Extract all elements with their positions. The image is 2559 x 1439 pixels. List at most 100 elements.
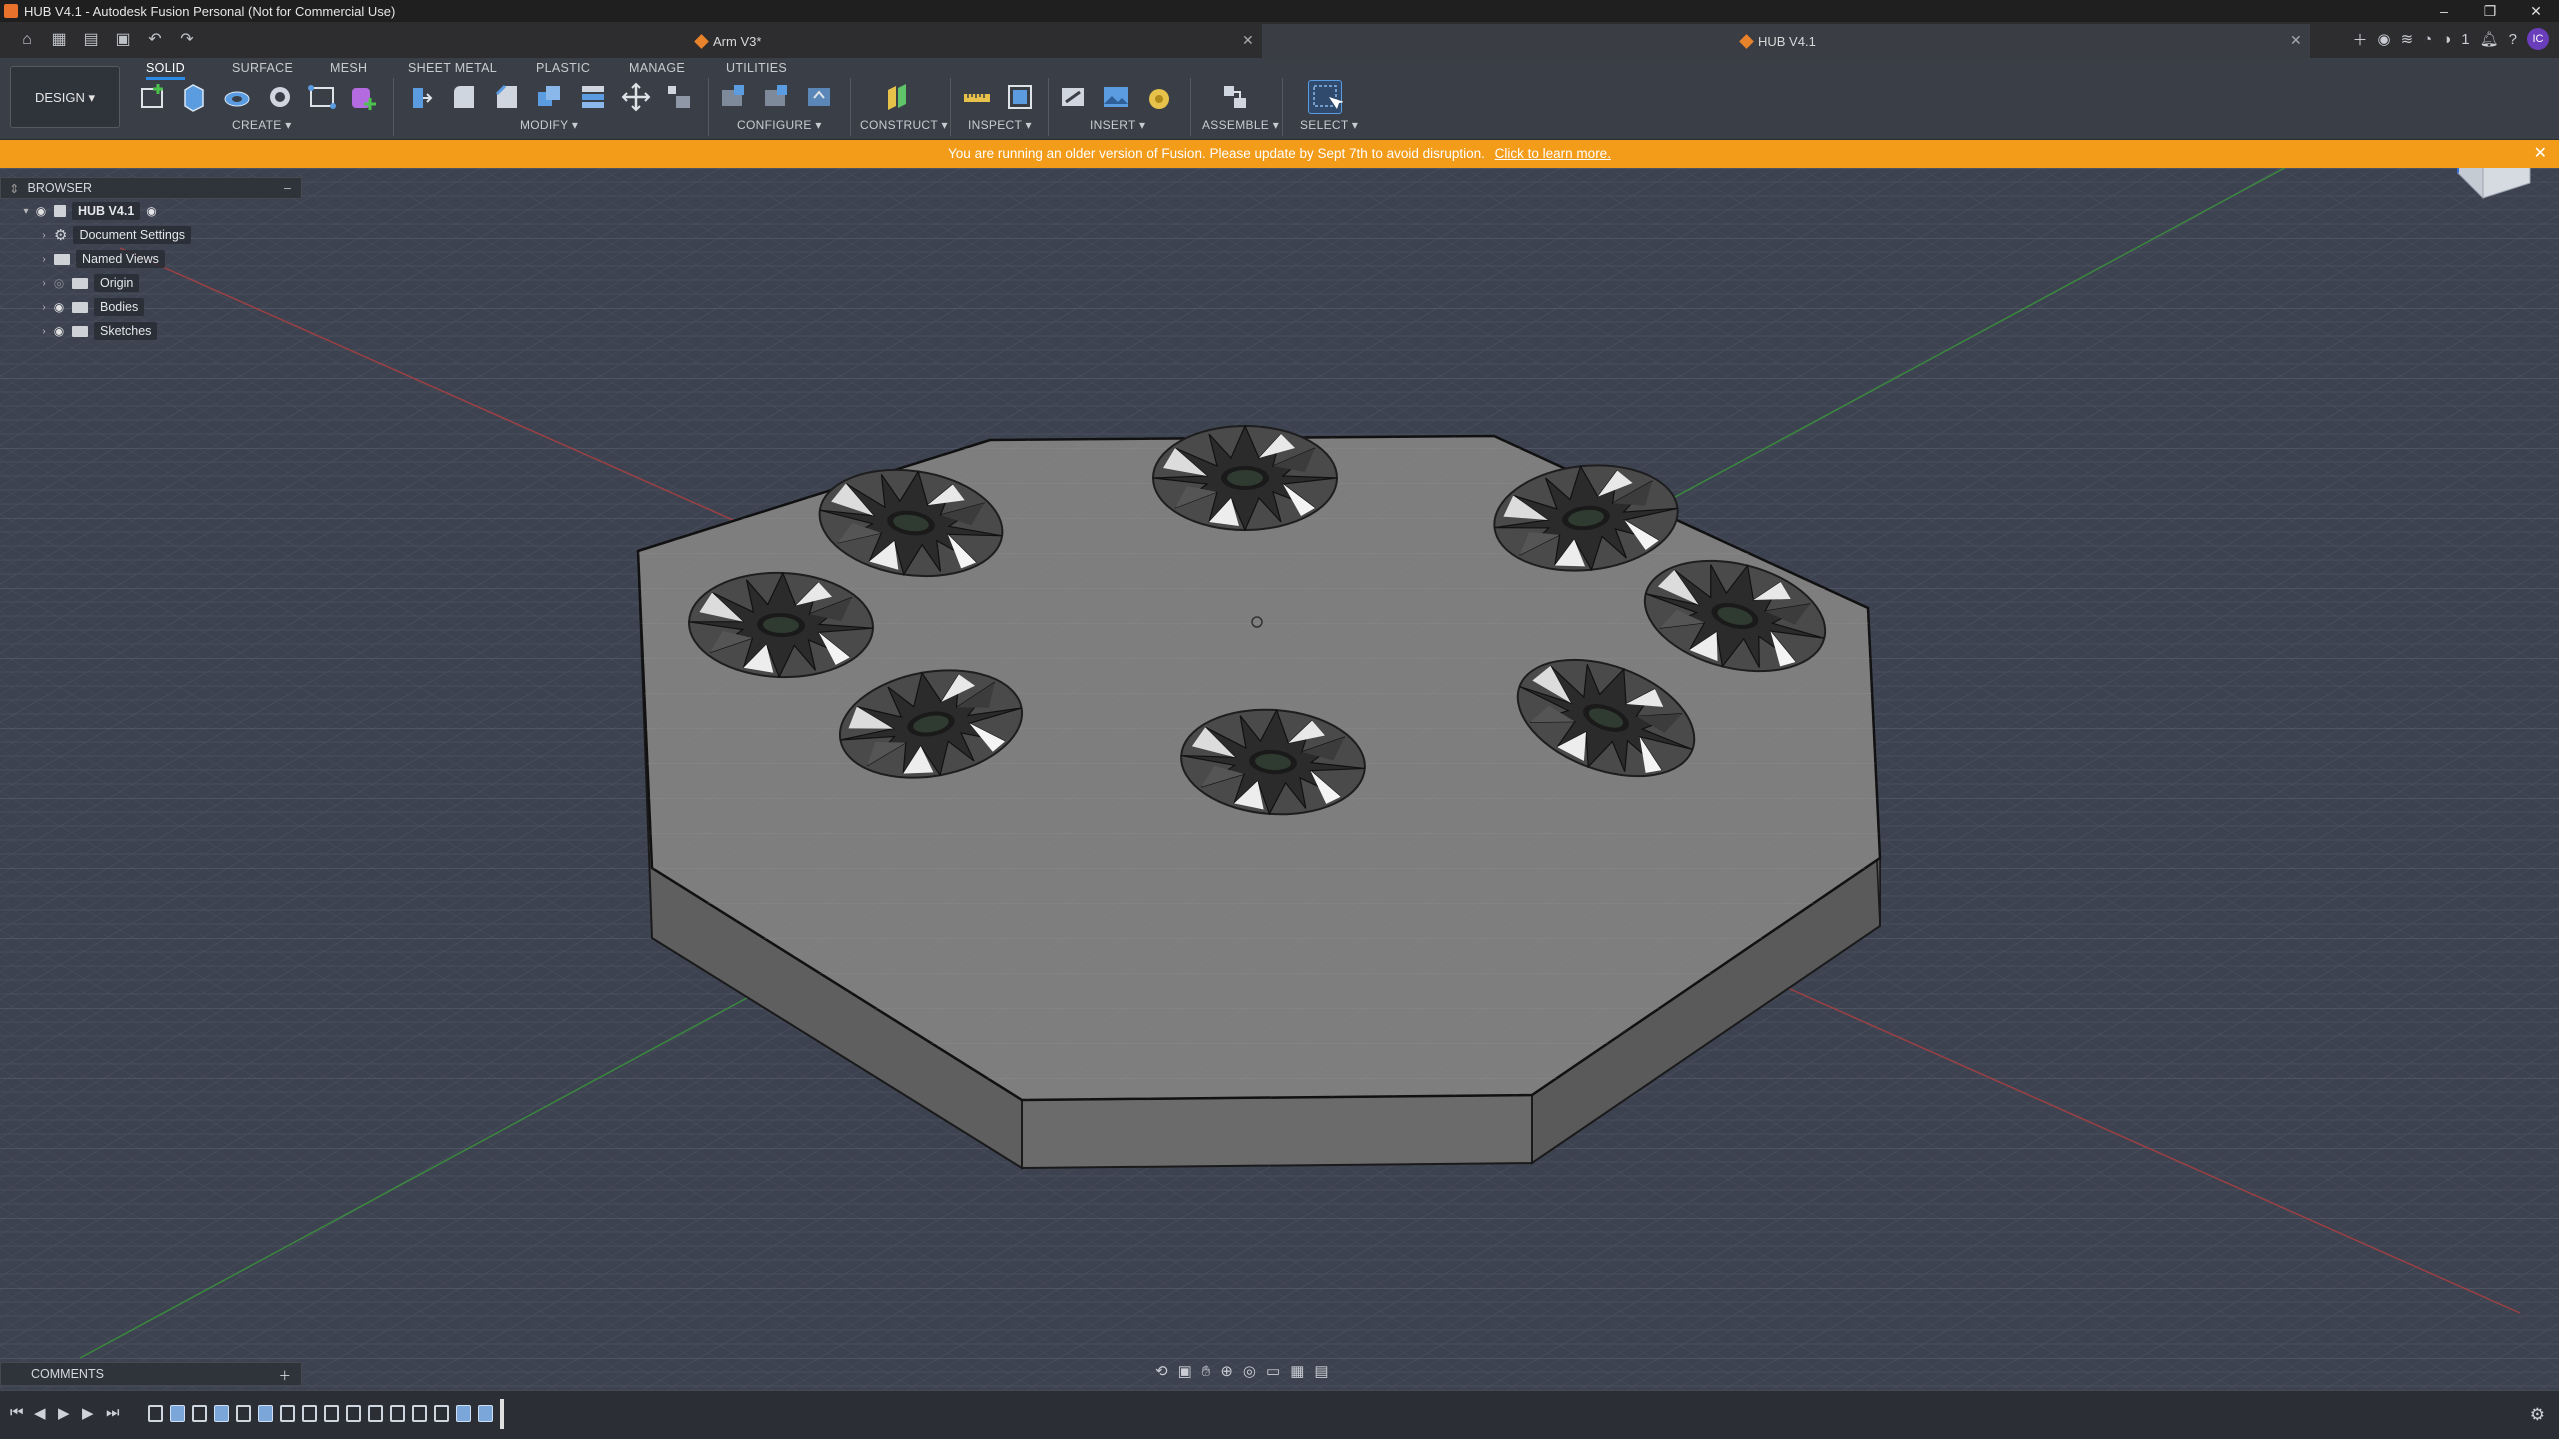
save-icon[interactable]: ▣: [110, 29, 136, 51]
help-icon[interactable]: ?: [2509, 31, 2517, 48]
configure-suppress-icon[interactable]: [802, 80, 836, 114]
assemble-menu[interactable]: ASSEMBLE ▾: [1202, 118, 1279, 132]
zoom-icon[interactable]: ⊕: [1220, 1362, 1233, 1380]
display-settings-icon[interactable]: ▭: [1266, 1362, 1280, 1380]
joint-icon[interactable]: [1218, 80, 1252, 114]
timeline-feature-sketch[interactable]: [346, 1405, 361, 1422]
next-step-icon[interactable]: ▶: [82, 1404, 94, 1422]
grid-settings-icon[interactable]: ▦: [1290, 1362, 1304, 1380]
timeline-feature-extrude[interactable]: [478, 1405, 493, 1422]
configure-rule-icon[interactable]: [759, 80, 793, 114]
data-panel-icon[interactable]: ≋: [2401, 30, 2414, 48]
timeline-feature-sketch[interactable]: [280, 1405, 295, 1422]
measure-icon[interactable]: [960, 80, 994, 114]
timeline-feature-extrude[interactable]: [170, 1405, 185, 1422]
eye-icon[interactable]: ◉: [50, 300, 68, 314]
extrude-icon[interactable]: [177, 80, 211, 114]
chevron-right-icon[interactable]: ›: [38, 326, 50, 337]
extensions-icon[interactable]: ◉: [2377, 30, 2390, 48]
tab-mesh[interactable]: MESH: [330, 61, 367, 75]
move-icon[interactable]: [619, 80, 653, 114]
interference-icon[interactable]: [1003, 80, 1037, 114]
insert-mcmaster-icon[interactable]: [1142, 80, 1176, 114]
chamfer-icon[interactable]: [489, 80, 523, 114]
align-icon[interactable]: [662, 80, 696, 114]
insert-menu[interactable]: INSERT ▾: [1090, 118, 1145, 132]
revolve-icon[interactable]: [220, 80, 254, 114]
timeline-feature-sketch[interactable]: [192, 1405, 207, 1422]
close-button[interactable]: ✕: [2513, 0, 2559, 22]
canvas-viewport[interactable]: [0, 168, 2559, 1390]
tab-manage[interactable]: MANAGE: [629, 61, 685, 75]
create-sketch-icon[interactable]: [136, 80, 170, 114]
offset-plane-icon[interactable]: [880, 80, 914, 114]
tab-solid[interactable]: SOLID: [146, 61, 186, 80]
eye-icon[interactable]: ◉: [32, 204, 50, 218]
workspace-switcher[interactable]: DESIGN ▾: [10, 66, 120, 128]
gear-icon[interactable]: ⚙: [2530, 1405, 2545, 1425]
insert-image-icon[interactable]: [1099, 80, 1133, 114]
chevron-right-icon[interactable]: ›: [38, 278, 50, 289]
eye-hidden-icon[interactable]: ◎: [50, 276, 68, 290]
tree-item-bodies[interactable]: › ◉ Bodies: [0, 295, 302, 319]
tree-item-origin[interactable]: › ◎ Origin: [0, 271, 302, 295]
timeline-feature-sketch[interactable]: [324, 1405, 339, 1422]
pan-icon[interactable]: ✋︎: [1202, 1363, 1211, 1380]
tab-surface[interactable]: SURFACE: [232, 61, 293, 75]
timeline-feature-sketch[interactable]: [412, 1405, 427, 1422]
last-step-icon[interactable]: ⏭: [106, 1404, 120, 1421]
select-icon[interactable]: [1308, 80, 1344, 114]
tree-root[interactable]: ▾ ◉ HUB V4.1 ◉: [0, 199, 302, 223]
tree-item-document-settings[interactable]: › ⚙ Document Settings: [0, 223, 302, 247]
tab-sheet-metal[interactable]: SHEET METAL: [408, 61, 497, 75]
create-menu[interactable]: CREATE ▾: [232, 118, 292, 132]
file-icon[interactable]: ▤: [78, 29, 104, 51]
collapse-icon[interactable]: ⇕: [9, 181, 19, 196]
online-status-icon[interactable]: ◔: [2423, 31, 2432, 48]
new-tab-icon[interactable]: ＋: [2352, 29, 2367, 50]
timeline-feature-extrude[interactable]: [214, 1405, 229, 1422]
timeline-feature-extrude[interactable]: [258, 1405, 273, 1422]
add-comment-icon[interactable]: ＋: [278, 1365, 291, 1384]
timeline-feature-sketch[interactable]: [302, 1405, 317, 1422]
shell-icon[interactable]: [532, 80, 566, 114]
browser-minimize-icon[interactable]: –: [284, 181, 291, 195]
rosette-top[interactable]: [1152, 425, 1338, 531]
chevron-right-icon[interactable]: ›: [38, 254, 50, 265]
chevron-right-icon[interactable]: ›: [38, 302, 50, 313]
undo-icon[interactable]: ↶: [142, 29, 168, 51]
timeline-feature-sketch[interactable]: [434, 1405, 449, 1422]
chevron-right-icon[interactable]: ›: [38, 230, 50, 241]
tree-item-named-views[interactable]: › Named Views: [0, 247, 302, 271]
tree-item-sketches[interactable]: › ◉ Sketches: [0, 319, 302, 343]
viewports-icon[interactable]: ▤: [1314, 1362, 1328, 1380]
tab-plastic[interactable]: PLASTIC: [536, 61, 590, 75]
tab-utilities[interactable]: UTILITIES: [726, 61, 787, 75]
tab-close-icon[interactable]: ✕: [1242, 32, 1254, 49]
play-icon[interactable]: ▶: [58, 1404, 70, 1422]
fit-icon[interactable]: ◎: [1243, 1362, 1256, 1380]
timeline-feature-sketch[interactable]: [390, 1405, 405, 1422]
inspect-menu[interactable]: INSPECT ▾: [968, 118, 1032, 132]
fillet-icon[interactable]: [446, 80, 480, 114]
press-pull-icon[interactable]: [403, 80, 437, 114]
tab-hub-v4-1[interactable]: HUB V4.1: [1262, 24, 2310, 58]
timeline-feature-sketch[interactable]: [148, 1405, 163, 1422]
select-menu[interactable]: SELECT ▾: [1300, 118, 1358, 132]
insert-derive-icon[interactable]: [1056, 80, 1090, 114]
bell-icon[interactable]: 🔔︎: [2480, 30, 2499, 48]
eye-icon[interactable]: ◉: [50, 324, 68, 338]
modify-menu[interactable]: MODIFY ▾: [520, 118, 578, 132]
banner-close-icon[interactable]: ✕: [2534, 140, 2547, 168]
redo-icon[interactable]: ↷: [174, 29, 200, 51]
first-step-icon[interactable]: ⏮: [10, 1404, 24, 1421]
comments-panel[interactable]: COMMENTS ＋: [0, 1362, 302, 1386]
tab-arm-v3[interactable]: Arm V3*: [694, 24, 1260, 58]
timeline-feature-sketch[interactable]: [368, 1405, 383, 1422]
timeline-feature-sketch[interactable]: [236, 1405, 251, 1422]
create-form-icon[interactable]: [346, 80, 380, 114]
configure-table-icon[interactable]: [716, 80, 750, 114]
model-canvas[interactable]: [0, 168, 2559, 1390]
tab-close-icon[interactable]: ✕: [2290, 32, 2302, 49]
minimize-button[interactable]: –: [2421, 0, 2467, 22]
